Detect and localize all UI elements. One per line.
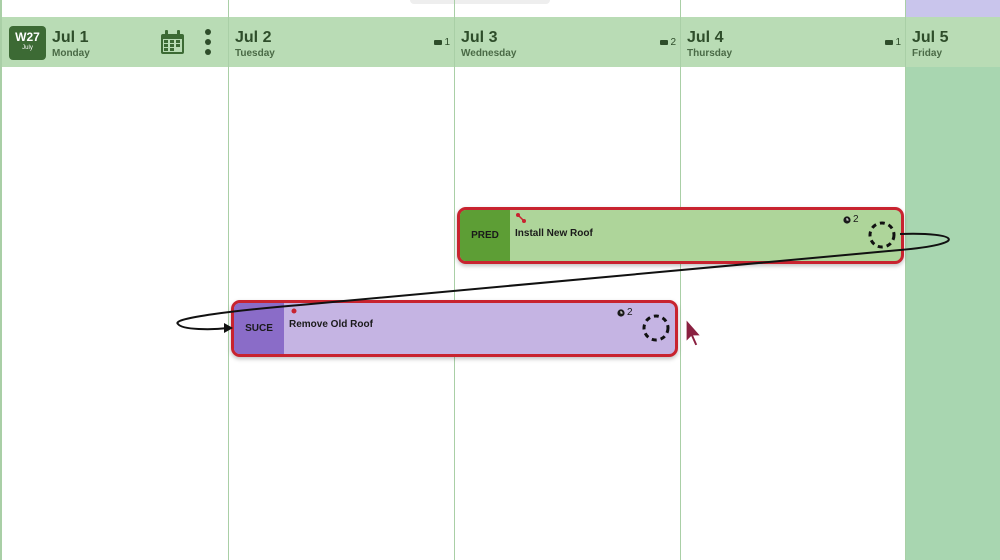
day-divider bbox=[680, 0, 681, 560]
ticket-icon bbox=[660, 40, 669, 45]
task-count-value: 2 bbox=[670, 37, 676, 48]
task-duration: 2 bbox=[617, 307, 633, 318]
day-date: Jul 2 bbox=[235, 29, 272, 46]
friday-column[interactable] bbox=[906, 67, 1000, 560]
progress-ring-icon[interactable] bbox=[641, 313, 671, 343]
calendar-icon[interactable] bbox=[160, 30, 185, 55]
task-tag: PRED bbox=[460, 210, 510, 261]
left-border bbox=[0, 0, 2, 560]
link-icon[interactable] bbox=[289, 307, 301, 319]
day-header-mon[interactable]: Jul 1 Monday bbox=[46, 17, 228, 67]
task-count-value: 1 bbox=[444, 37, 450, 48]
week-badge[interactable]: W27 July bbox=[9, 26, 46, 60]
task-tag: SUCE bbox=[234, 303, 284, 354]
dependency-connector bbox=[176, 232, 950, 333]
clock-icon bbox=[617, 308, 625, 317]
friday-top-band bbox=[906, 0, 1000, 17]
task-count: 1 bbox=[434, 37, 450, 48]
day-header-wed[interactable]: Jul 3 Wednesday 2 bbox=[455, 17, 680, 67]
day-name: Friday bbox=[912, 48, 943, 59]
mouse-cursor-icon bbox=[685, 318, 703, 347]
task-duration-value: 2 bbox=[627, 307, 633, 318]
day-name: Tuesday bbox=[235, 48, 275, 59]
week-month: July bbox=[22, 45, 33, 51]
task-duration-value: 2 bbox=[853, 214, 859, 225]
day-header-thu[interactable]: Jul 4 Thursday 1 bbox=[681, 17, 905, 67]
task-card-install-new-roof[interactable]: PRED Install New Roof 2 bbox=[457, 207, 904, 264]
ticket-icon bbox=[434, 40, 443, 45]
task-count: 1 bbox=[885, 37, 901, 48]
day-date: Jul 4 bbox=[687, 29, 724, 46]
day-header-fri[interactable]: Jul 5 Friday bbox=[906, 17, 1000, 67]
day-date: Jul 1 bbox=[52, 29, 89, 46]
task-duration: 2 bbox=[843, 214, 859, 225]
task-card-remove-old-roof[interactable]: SUCE Remove Old Roof 2 bbox=[231, 300, 678, 357]
progress-ring-icon[interactable] bbox=[867, 220, 897, 250]
day-name: Thursday bbox=[687, 48, 733, 59]
day-divider bbox=[454, 0, 455, 560]
day-divider bbox=[905, 0, 906, 560]
day-name: Monday bbox=[52, 48, 90, 59]
day-name: Wednesday bbox=[461, 48, 517, 59]
day-divider bbox=[228, 0, 229, 560]
top-strip bbox=[0, 0, 1000, 17]
task-title: Remove Old Roof bbox=[289, 319, 373, 330]
week-number: W27 bbox=[15, 30, 40, 44]
day-date: Jul 5 bbox=[912, 29, 949, 46]
tab-hint bbox=[410, 0, 550, 4]
ticket-icon bbox=[885, 40, 894, 45]
day-header-tue[interactable]: Jul 2 Tuesday 1 bbox=[229, 17, 454, 67]
clock-icon bbox=[843, 215, 851, 224]
task-count: 2 bbox=[660, 37, 676, 48]
link-icon[interactable] bbox=[515, 212, 527, 224]
day-date: Jul 3 bbox=[461, 29, 498, 46]
task-count-value: 1 bbox=[895, 37, 901, 48]
task-title: Install New Roof bbox=[515, 228, 593, 239]
more-options-icon[interactable] bbox=[203, 28, 213, 56]
